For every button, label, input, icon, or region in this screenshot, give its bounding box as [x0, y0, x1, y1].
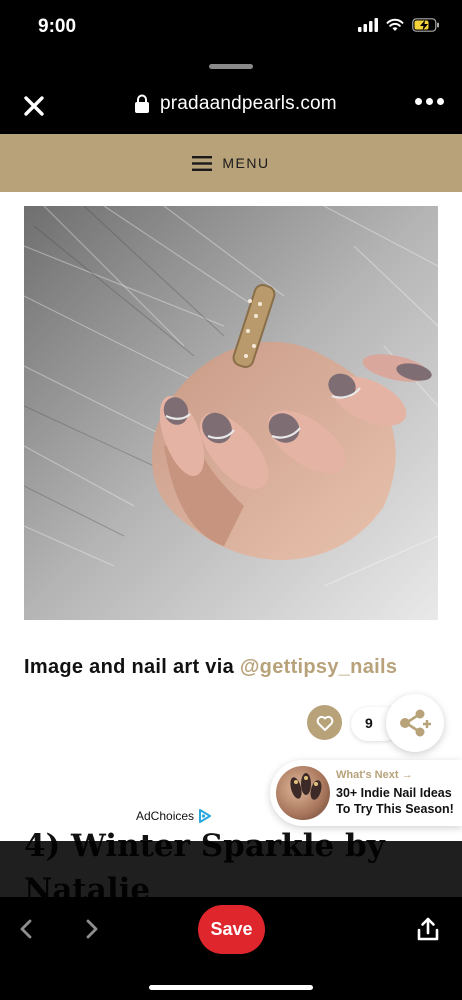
status-icons [358, 18, 440, 32]
url-field[interactable]: pradaandpearls.com [134, 93, 337, 115]
image-caption: Image and nail art via @gettipsy_nails [24, 656, 397, 679]
forward-icon [86, 919, 98, 939]
wifi-icon [386, 18, 404, 31]
menu-icon [192, 155, 213, 171]
nail-art-photo[interactable] [24, 206, 438, 620]
close-button[interactable] [20, 92, 48, 120]
nail-art-illustration [24, 206, 438, 620]
menu-label: MENU [222, 155, 270, 171]
save-button[interactable]: Save [198, 905, 265, 954]
url-text: pradaandpearls.com [160, 93, 337, 114]
menu-button[interactable]: MENU [0, 134, 462, 192]
web-page: MENU Image and nail art via @gettipsy_na… [0, 134, 462, 897]
url-bar: pradaandpearls.com [0, 80, 462, 134]
adchoices-icon [199, 809, 212, 823]
like-button[interactable] [307, 705, 342, 740]
bottom-toolbar: Save [0, 897, 462, 1000]
more-icon [415, 98, 422, 105]
share-button[interactable] [386, 694, 444, 752]
whats-next-thumbnail [276, 766, 330, 820]
adchoices-label: AdChoices [136, 809, 195, 823]
battery-charging-icon [412, 18, 439, 32]
share-icon [400, 709, 431, 737]
whats-next-card[interactable]: What's Next → 30+ Indie Nail Ideas To Tr… [270, 760, 462, 826]
toolbar-shadow-overlay [0, 841, 462, 897]
caption-link[interactable]: @gettipsy_nails [240, 656, 397, 678]
like-count: 9 [365, 715, 373, 731]
upload-icon [417, 917, 439, 941]
lock-icon [135, 94, 149, 113]
status-bar: 9:00 [0, 0, 462, 56]
heart-icon [316, 715, 333, 731]
status-time: 9:00 [38, 16, 77, 37]
back-icon [20, 919, 32, 939]
back-button[interactable] [16, 918, 38, 945]
caption-text: Image and nail art via [24, 656, 240, 678]
sheet-grabber[interactable] [209, 64, 253, 69]
whats-next-title: 30+ Indie Nail Ideas To Try This Season! [336, 786, 454, 816]
forward-button[interactable] [80, 918, 102, 945]
upload-button[interactable] [416, 917, 440, 948]
signal-icon [358, 18, 378, 32]
adchoices-link[interactable]: AdChoices [136, 809, 212, 823]
whats-next-label: What's Next → [336, 769, 413, 781]
home-indicator[interactable] [149, 985, 313, 990]
close-icon [24, 96, 44, 116]
more-button[interactable] [415, 98, 444, 105]
